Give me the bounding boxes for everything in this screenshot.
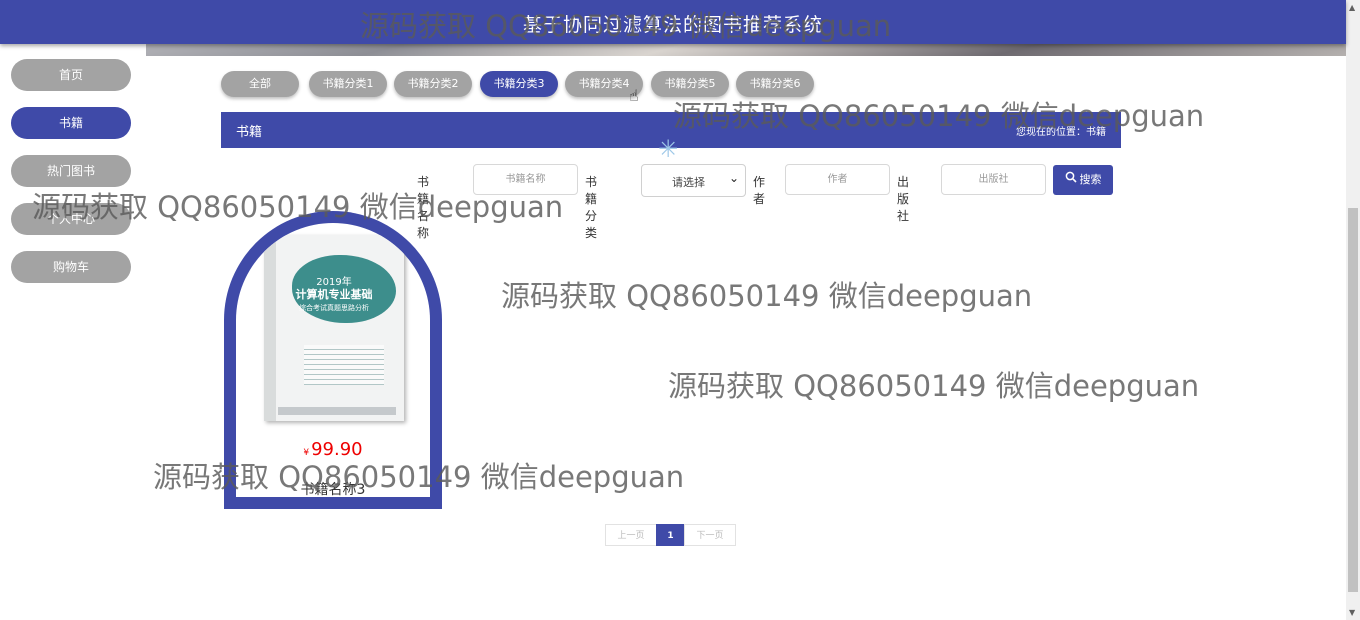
chevron-down-icon: ⌄ (728, 171, 739, 185)
search-button-label: 搜索 (1079, 173, 1102, 186)
section-title: 书籍 (236, 125, 263, 140)
publisher-label: 出版社 (897, 175, 910, 223)
category-select-value: 请选择 (672, 176, 705, 189)
category-select[interactable]: 请选择 ⌄ (641, 164, 746, 197)
next-page-button[interactable]: 下一页 (684, 524, 736, 546)
publisher-input[interactable] (941, 164, 1046, 195)
sidebar-item-home[interactable]: 首页 (11, 59, 131, 91)
book-cover-spine (264, 235, 276, 421)
sidebar-item-cart[interactable]: 购物车 (11, 251, 131, 283)
tab-category-3[interactable]: 书籍分类3 (480, 71, 558, 97)
watermark-text: 源码获取 QQ86050149 微信deepguan (153, 460, 685, 494)
watermark-text: 源码获取 QQ86050149 微信deepguan (360, 9, 892, 43)
tab-category-2[interactable]: 书籍分类2 (394, 71, 472, 97)
book-cover-footer (278, 407, 396, 415)
page-number-current[interactable]: 1 (656, 524, 685, 546)
scroll-up-arrow-icon[interactable]: ▲ (1349, 3, 1355, 12)
tab-category-all[interactable]: 全部 (221, 71, 299, 97)
author-input[interactable] (785, 164, 890, 195)
hand-cursor-icon: ☝ (629, 86, 639, 105)
search-button[interactable]: 搜索 (1053, 165, 1113, 195)
scroll-down-arrow-icon[interactable]: ▼ (1349, 608, 1355, 617)
loading-spinner-icon: ✳ (658, 135, 679, 163)
watermark-text: 源码获取 QQ86050149 微信deepguan (673, 99, 1205, 133)
scrollbar-thumb[interactable] (1348, 208, 1358, 592)
search-icon (1065, 171, 1077, 183)
book-cover-image[interactable]: 2019年 计算机专业基础 综合考试真题思路分析 (264, 235, 404, 421)
book-cover-text-block (304, 345, 384, 385)
tab-category-1[interactable]: 书籍分类1 (309, 71, 387, 97)
book-cover-title: 计算机专业基础 (295, 288, 373, 301)
author-label: 作者 (753, 175, 766, 206)
category-label: 书籍分类 (585, 175, 598, 240)
sidebar-item-books[interactable]: 书籍 (11, 107, 131, 139)
book-cover-subtitle: 综合考试真题思路分析 (299, 304, 369, 312)
prev-page-button[interactable]: 上一页 (605, 524, 657, 546)
sidebar: 首页 书籍 热门图书 个人中心 购物车 (11, 59, 131, 299)
watermark-text: 源码获取 QQ86050149 微信deepguan (32, 190, 564, 224)
sidebar-item-hot-books[interactable]: 热门图书 (11, 155, 131, 187)
watermark-text: 源码获取 QQ86050149 微信deepguan (501, 279, 1033, 313)
vertical-scrollbar[interactable]: ▲ ▼ (1346, 0, 1360, 620)
watermark-text: 源码获取 QQ86050149 微信deepguan (668, 369, 1200, 403)
